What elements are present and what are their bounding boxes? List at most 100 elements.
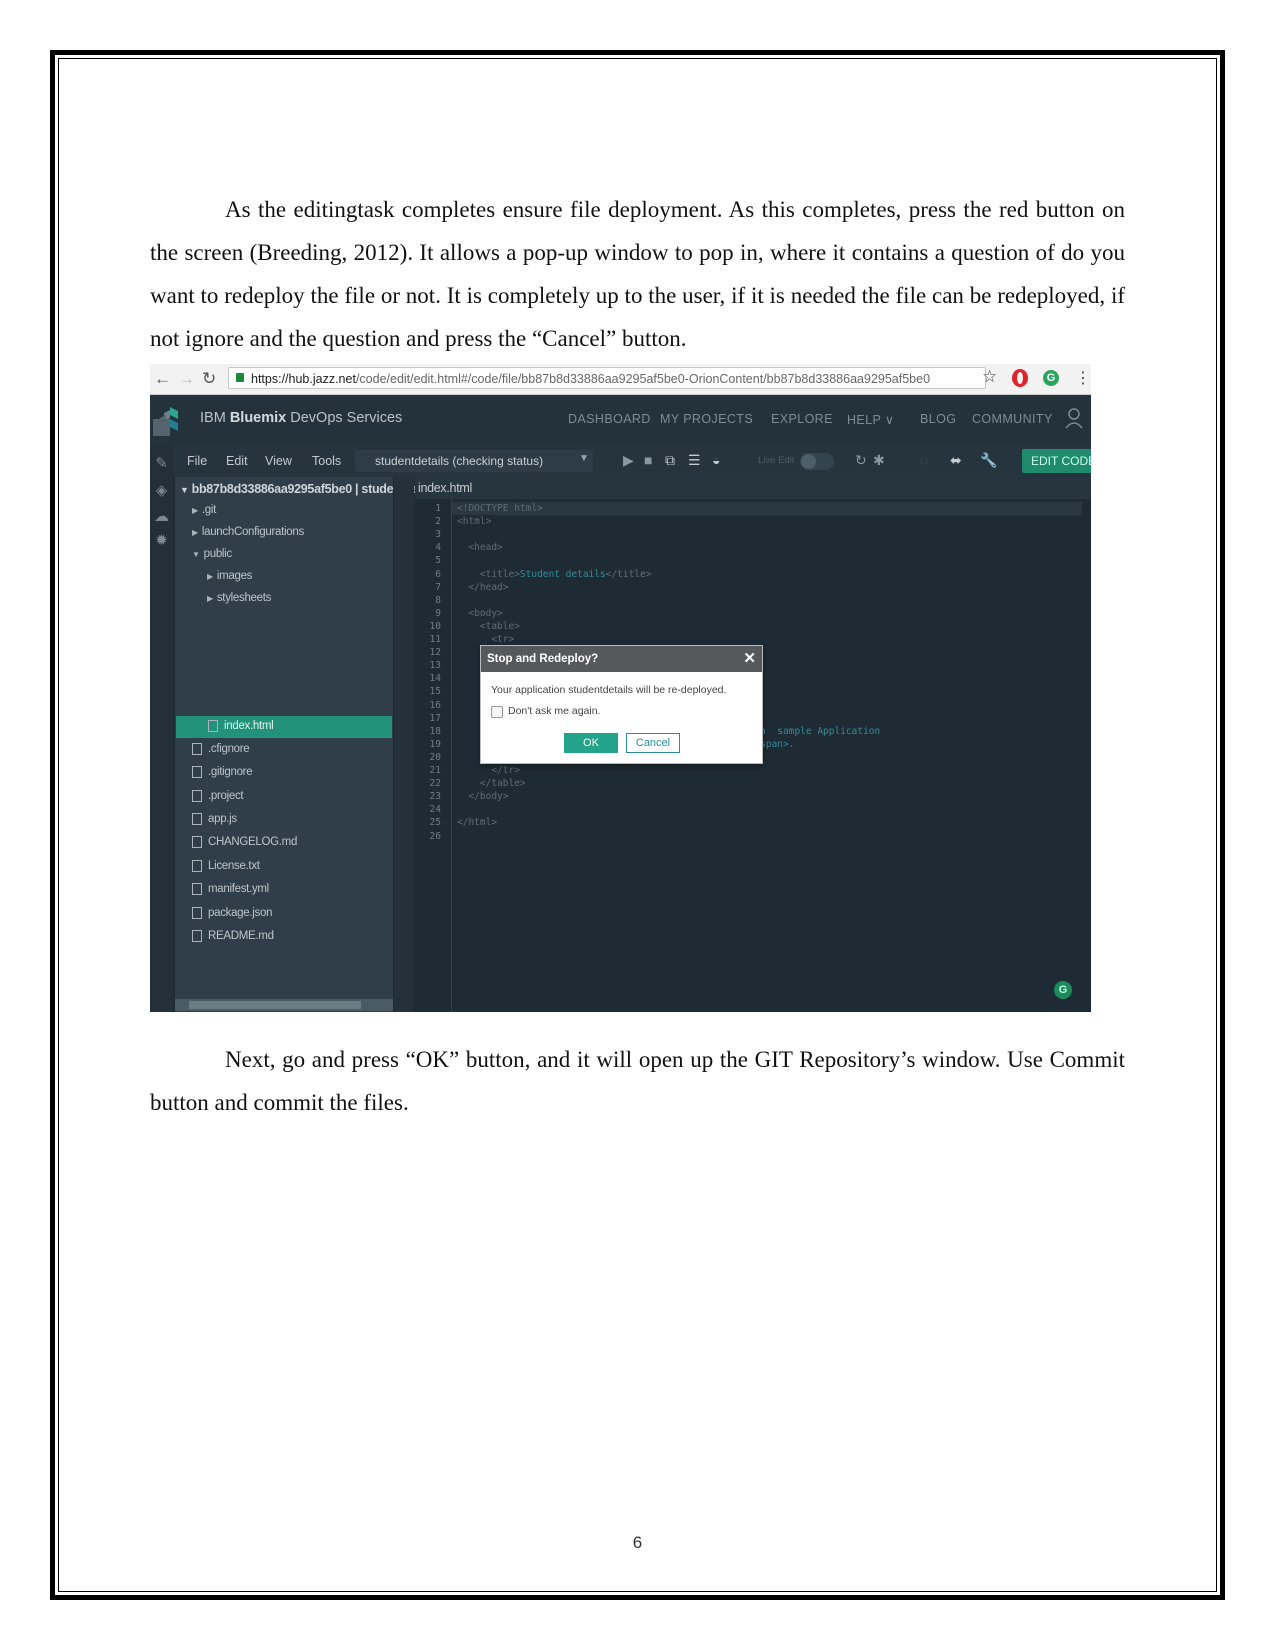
code-line: <!DOCTYPE html> — [457, 503, 543, 514]
pencil-icon[interactable]: ✎ — [153, 454, 170, 472]
refresh-icon[interactable]: ↻ — [855, 452, 867, 469]
html-file-icon — [208, 720, 218, 732]
line-number: 20 — [429, 751, 441, 763]
settings-gear-icon[interactable]: ✹ — [153, 531, 170, 549]
edit-code-button[interactable]: EDIT CODE — [1022, 449, 1091, 473]
current-line-highlight — [452, 502, 1082, 515]
dont-ask-again-checkbox[interactable] — [491, 706, 503, 718]
stop-and-redeploy-dialog: Stop and Redeploy? ✕ Your application stu… — [480, 645, 763, 764]
file-icon — [192, 790, 202, 802]
timer-icon[interactable]: ◌ — [920, 452, 928, 468]
code-line: </head> — [457, 581, 509, 593]
scrollbar-thumb[interactable] — [189, 1001, 361, 1009]
run-target-select[interactable]: studentdetails (checking status) ▼ — [355, 450, 593, 472]
menu-view[interactable]: View — [265, 454, 292, 468]
menu-file[interactable]: File — [187, 454, 207, 468]
tree-item[interactable]: ▼ public — [192, 548, 232, 560]
folder-icon[interactable] — [153, 419, 170, 436]
tree-item[interactable]: .gitignore — [192, 766, 253, 778]
maximize-icon[interactable]: ⬌ — [950, 452, 962, 469]
bookmark-star-icon[interactable]: ☆ — [982, 367, 997, 387]
line-number: 7 — [435, 581, 441, 593]
browser-menu-icon[interactable]: ⋮ — [1075, 368, 1091, 388]
url-path: /code/edit/edit.html#/code/file/bb87b8d3… — [355, 372, 931, 386]
address-bar[interactable]: https://hub.jazz.net/code/edit/edit.html… — [228, 367, 986, 389]
line-number: 25 — [429, 817, 441, 829]
code-line: <table> — [457, 620, 520, 632]
live-edit-toggle[interactable] — [800, 453, 834, 470]
opera-extension-icon[interactable] — [1012, 369, 1028, 387]
tree-item[interactable]: ▶ stylesheets — [207, 592, 271, 604]
line-number: 11 — [429, 634, 441, 645]
tree-item-selected[interactable]: index.html — [208, 720, 274, 732]
tree-item[interactable]: .project — [192, 790, 244, 802]
tree-item[interactable]: CHANGELOG.md — [192, 836, 297, 848]
wrench-icon[interactable]: 🔧 — [980, 452, 997, 469]
nav-blog[interactable]: BLOG — [920, 412, 956, 426]
dashboard-gauge-icon[interactable]: ◒ — [712, 452, 720, 468]
line-number: 19 — [429, 738, 441, 750]
menu-edit[interactable]: Edit — [226, 454, 248, 468]
chevron-right-icon: ▶ — [207, 572, 213, 581]
url-host: https://hub.jazz.net — [251, 372, 356, 386]
tree-item[interactable]: README.md — [192, 930, 274, 942]
dialog-message: Your application studentdetails will be … — [491, 684, 727, 696]
cloud-deploy-icon[interactable]: ☁ — [153, 507, 170, 525]
line-number: 14 — [429, 673, 441, 685]
tree-item[interactable]: License.txt — [192, 860, 260, 872]
ok-button[interactable]: OK — [564, 733, 618, 753]
list-icon[interactable]: ☰ — [688, 452, 701, 469]
close-icon[interactable]: ✕ — [743, 646, 756, 672]
embedded-screenshot: ← → ↻ https://hub.jazz.net/code/edit/edi… — [150, 364, 1091, 1012]
grammarly-extension-icon[interactable]: G — [1043, 370, 1059, 386]
browser-toolbar: ← → ↻ https://hub.jazz.net/code/edit/edi… — [150, 364, 1091, 395]
debug-bug-icon[interactable]: ✱ — [873, 452, 885, 469]
line-number: 23 — [429, 791, 441, 803]
js-file-icon — [192, 813, 202, 825]
app-header: IBM Bluemix DevOps Services DASHBOARD MY… — [150, 395, 1091, 445]
line-number: 12 — [429, 647, 441, 659]
cancel-button[interactable]: Cancel — [626, 733, 680, 753]
dont-ask-again-label[interactable]: Don't ask me again. — [508, 705, 600, 717]
tree-item[interactable]: ▶ images — [207, 570, 252, 582]
nav-my-projects[interactable]: MY PROJECTS — [660, 412, 753, 426]
line-number: 16 — [429, 699, 441, 711]
file-icon — [192, 743, 202, 755]
tree-item[interactable]: package.json — [192, 907, 272, 919]
tree-root[interactable]: ▼ bb87b8d33886aa9295af5be0 | studentde — [180, 482, 419, 496]
file-icon — [192, 883, 202, 895]
menu-tools[interactable]: Tools — [312, 454, 341, 468]
nav-dashboard[interactable]: DASHBOARD — [568, 412, 651, 426]
line-number: 4 — [435, 542, 441, 554]
git-icon[interactable]: ◈ — [153, 481, 170, 499]
grammarly-floating-icon[interactable]: G — [1054, 981, 1072, 999]
tree-item[interactable]: manifest.yml — [192, 883, 269, 895]
stop-icon[interactable]: ■ — [644, 452, 652, 468]
line-number: 17 — [429, 712, 441, 724]
editor-file-tab[interactable]: index.html — [415, 477, 1091, 499]
code-line: <head> — [457, 542, 503, 554]
line-number: 26 — [429, 830, 441, 842]
nav-explore[interactable]: EXPLORE — [771, 412, 833, 426]
tree-item[interactable]: ▶ launchConfigurations — [192, 526, 304, 538]
code-line: </table> — [457, 778, 526, 790]
nav-community[interactable]: COMMUNITY — [972, 412, 1053, 426]
back-icon[interactable]: ← — [154, 369, 171, 389]
code-line: <html> — [457, 516, 492, 528]
play-icon[interactable]: ▶ — [623, 452, 634, 469]
open-external-icon[interactable]: ⧉ — [665, 452, 675, 469]
line-number: 22 — [429, 778, 441, 790]
paragraph-1: As the editingtask completes ensure file… — [150, 188, 1125, 360]
reload-icon[interactable]: ↻ — [202, 369, 216, 389]
tree-item[interactable]: ▶ .git — [192, 504, 216, 516]
run-target-label: studentdetails (checking status) — [375, 454, 544, 468]
tree-item[interactable]: .cfignore — [192, 743, 250, 755]
user-avatar-icon[interactable] — [1065, 407, 1083, 429]
tree-horizontal-scrollbar[interactable] — [175, 999, 393, 1011]
paragraph-2: Next, go and press “OK” button, and it w… — [150, 1038, 1125, 1124]
tree-item[interactable]: app.js — [192, 813, 237, 825]
forward-icon[interactable]: → — [178, 369, 195, 389]
file-tree: ▼ bb87b8d33886aa9295af5be0 | studentde ▶.… — [175, 477, 419, 1012]
pane-splitter[interactable] — [394, 477, 414, 1012]
nav-help[interactable]: HELP ∨ — [847, 412, 894, 427]
